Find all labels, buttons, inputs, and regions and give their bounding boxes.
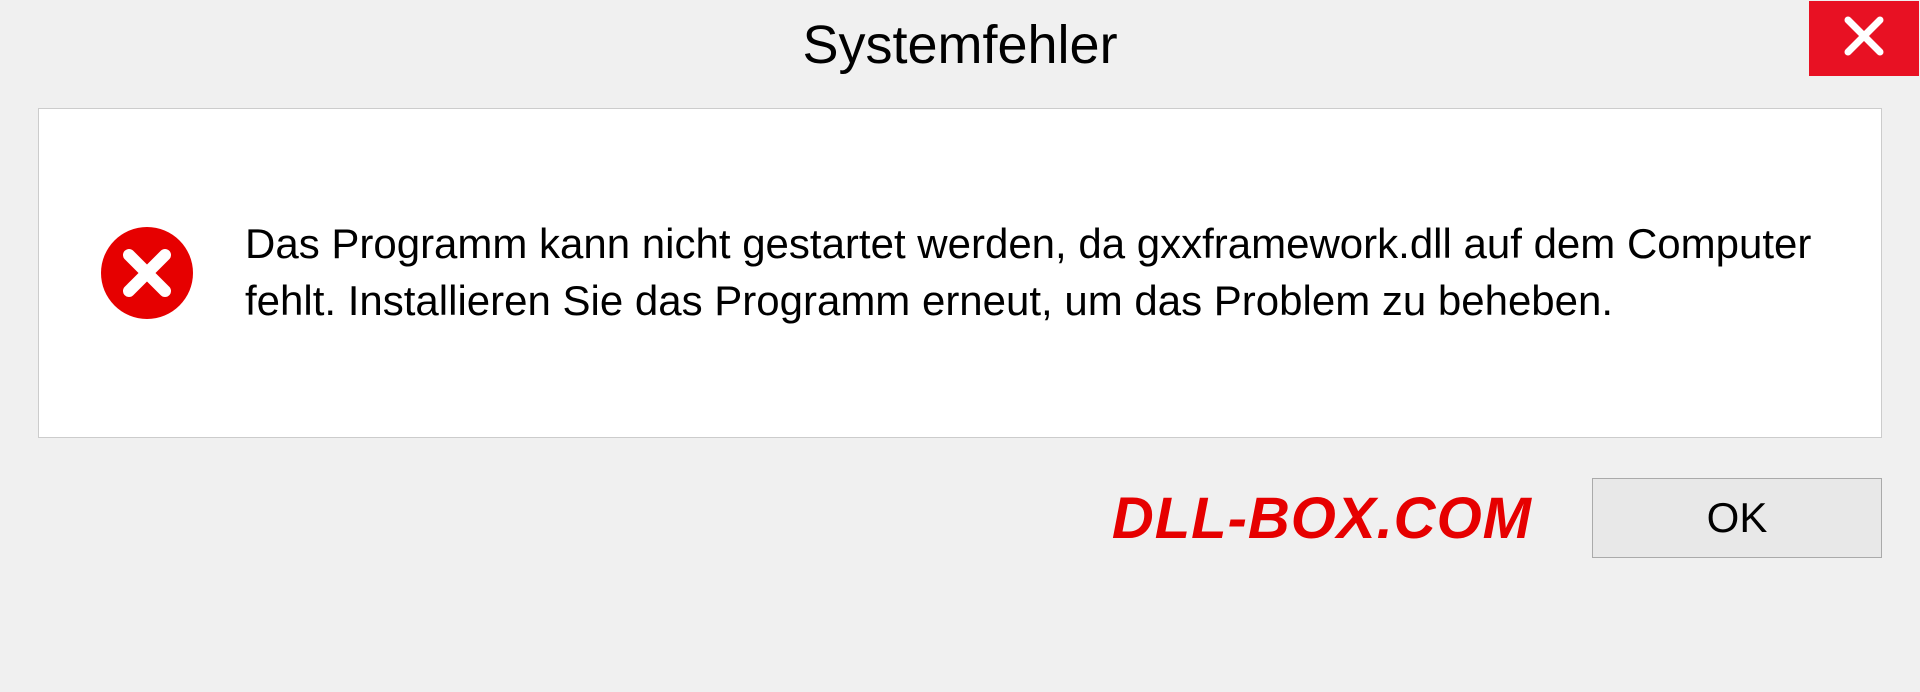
ok-button[interactable]: OK [1592,478,1882,558]
error-dialog: Systemfehler Das Programm kann nicht ges… [0,0,1920,692]
watermark-text: DLL-BOX.COM [1112,485,1532,552]
dialog-footer: DLL-BOX.COM OK [0,438,1920,558]
close-icon [1840,12,1888,65]
error-message: Das Programm kann nicht gestartet werden… [245,216,1831,329]
titlebar: Systemfehler [0,0,1920,90]
dialog-title: Systemfehler [802,14,1117,76]
close-button[interactable] [1809,1,1919,76]
content-panel: Das Programm kann nicht gestartet werden… [38,108,1882,438]
error-icon [99,225,195,321]
